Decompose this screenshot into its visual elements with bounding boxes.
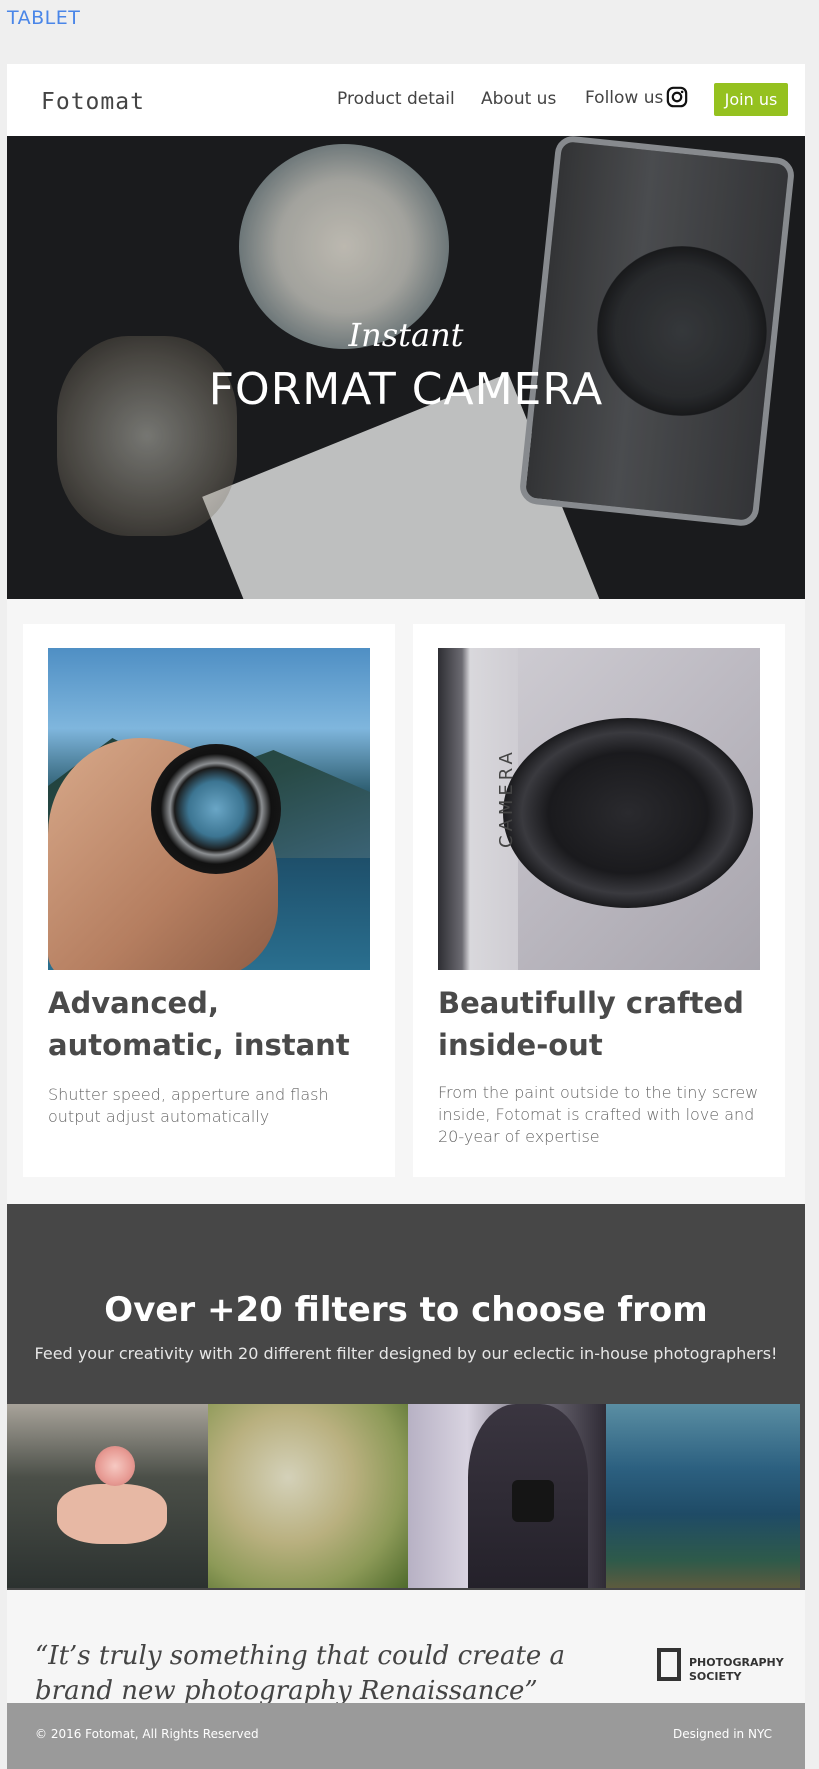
testimonial-quote: “It’s truly something that could create … [35,1641,566,1706]
site-header: Fotomat Product detail About us Follow u… [7,64,805,136]
instagram-icon[interactable] [666,86,688,108]
filter-photo-flower[interactable] [7,1404,208,1588]
feature-title: Beautifully crafted inside-out [438,986,744,1062]
image-lens [151,744,281,874]
logo[interactable]: Fotomat [41,89,145,115]
nav-product-detail[interactable]: Product detail [337,89,455,109]
hero-title: FORMAT CAMERA [208,364,604,415]
filters-subtitle: Feed your creativity with 20 different f… [34,1344,778,1363]
nav-about-us[interactable]: About us [481,89,556,109]
site-footer: © 2016 Fotomat, All Rights Reserved Desi… [7,1703,805,1769]
testimonial-source: PHOTOGRAPHY SOCIETY [689,1656,784,1684]
filters-section: Over +20 filters to choose from Feed you… [7,1204,805,1404]
feature-card-crafted: CAMERA Beautifully crafted inside-out Fr… [413,624,785,1177]
source-line: PHOTOGRAPHY [689,1656,784,1669]
photography-society-logo-icon [657,1648,681,1681]
source-line: SOCIETY [689,1670,742,1683]
photo-camera [512,1480,554,1522]
image-camera-text: CAMERA [496,748,517,848]
feature-card-automatic: Advanced, automatic, instant Shutter spe… [23,624,395,1177]
photo-flower [95,1446,135,1486]
camera-closeup-image: CAMERA [438,648,760,970]
feature-text: Shutter speed, apperture and flash outpu… [48,1085,329,1126]
photo-hands [57,1484,167,1544]
join-us-button[interactable]: Join us [714,83,788,116]
device-label: TABLET [7,7,81,29]
filter-photo-valley[interactable] [606,1404,800,1588]
nav-follow-us[interactable]: Follow us [585,88,663,108]
page-frame: Fotomat Product detail About us Follow u… [7,64,805,1769]
lens-in-hand-image [48,648,370,970]
designed-in-text: Designed in NYC [672,1727,772,1741]
filter-gallery [7,1404,805,1590]
filter-photo-blossom[interactable] [208,1404,408,1588]
copyright-text: © 2016 Fotomat, All Rights Reserved [35,1727,259,1741]
feature-text: From the paint outside to the tiny screw… [438,1083,759,1146]
image-lens [503,718,753,908]
hero-banner: Instant FORMAT CAMERA [7,136,805,599]
filter-photo-photographer[interactable] [408,1404,606,1588]
filters-title: Over +20 filters to choose from [104,1290,708,1330]
hero-subtitle: Instant [348,316,464,354]
feature-title: Advanced, automatic, instant [48,986,350,1062]
